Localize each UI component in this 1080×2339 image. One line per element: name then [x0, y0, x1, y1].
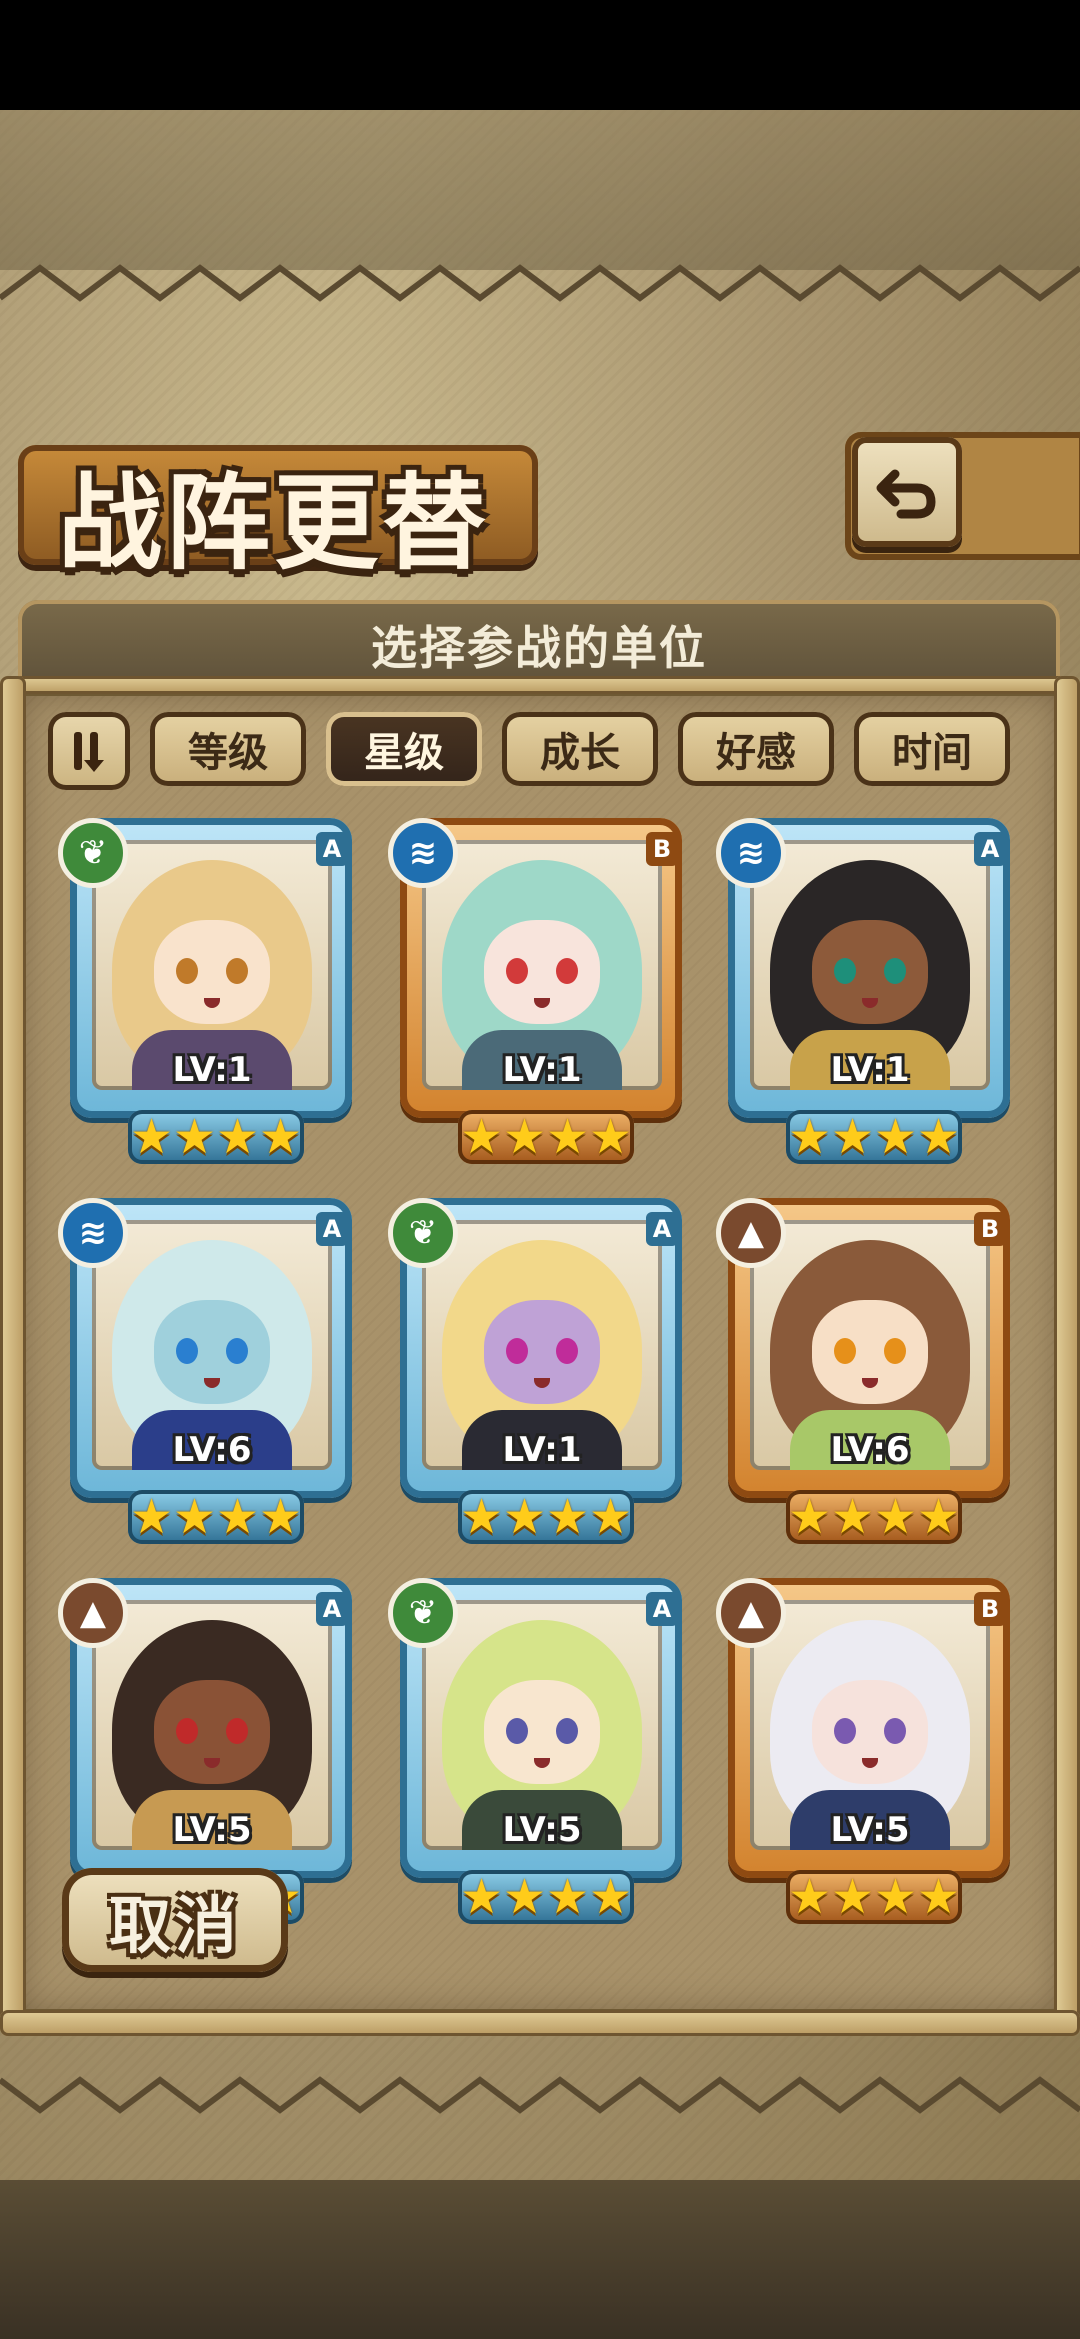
unit-level: LV:6: [172, 1430, 252, 1470]
star-icon: ★: [172, 1109, 216, 1165]
star-icon: ★: [917, 1489, 961, 1545]
star-icon: ★: [129, 1489, 173, 1545]
rank-badge: A: [316, 1212, 348, 1246]
earth-element-icon: ▲: [58, 1578, 128, 1648]
unit-card[interactable]: A ≋ LV:6 ★ ★ ★ ★: [58, 1198, 354, 1548]
star-icon: ★: [546, 1489, 590, 1545]
star-rating: ★★★★: [128, 1490, 304, 1544]
rank-badge: B: [974, 1592, 1006, 1626]
rank-badge: A: [646, 1212, 678, 1246]
unit-level: LV:1: [172, 1050, 252, 1090]
earth-element-icon: ▲: [716, 1578, 786, 1648]
unit-card[interactable]: B ▲ LV:6 ★ ★ ★ ★: [716, 1198, 1012, 1548]
star-rating: ★★★★: [128, 1110, 304, 1164]
rank-badge: A: [974, 832, 1006, 866]
star-icon: ★: [917, 1109, 961, 1165]
unit-card[interactable]: A ❦ LV:1 ★ ★ ★ ★: [58, 818, 354, 1168]
leaf-element-icon: ❦: [58, 818, 128, 888]
unit-level: LV:1: [502, 1050, 582, 1090]
star-icon: ★: [259, 1489, 303, 1545]
star-icon: ★: [874, 1869, 918, 1925]
rank-badge: A: [316, 1592, 348, 1626]
star-rating: ★★★★: [786, 1870, 962, 1924]
cancel-button[interactable]: 取消: [62, 1868, 288, 1972]
star-icon: ★: [129, 1109, 173, 1165]
unit-level: LV:1: [502, 1430, 582, 1470]
sort-tab-3[interactable]: 好感: [678, 712, 834, 786]
return-arrow-icon: [876, 469, 936, 519]
unit-card[interactable]: B ≋ LV:1 ★ ★ ★ ★: [388, 818, 684, 1168]
star-icon: ★: [917, 1869, 961, 1925]
rank-badge: B: [646, 832, 678, 866]
water-element-icon: ≋: [58, 1198, 128, 1268]
star-icon: ★: [216, 1109, 260, 1165]
panel-rail-top: [0, 676, 1080, 694]
sort-tab-1[interactable]: 星级: [326, 712, 482, 786]
star-icon: ★: [787, 1489, 831, 1545]
torn-edge-bottom: [0, 2076, 1080, 2114]
rank-badge: A: [646, 1592, 678, 1626]
unit-level: LV:5: [830, 1810, 910, 1850]
star-icon: ★: [459, 1109, 503, 1165]
star-icon: ★: [589, 1869, 633, 1925]
star-icon: ★: [502, 1489, 546, 1545]
star-icon: ★: [216, 1489, 260, 1545]
unit-level: LV:6: [830, 1430, 910, 1470]
star-icon: ★: [459, 1489, 503, 1545]
star-icon: ★: [259, 1109, 303, 1165]
water-element-icon: ≋: [716, 818, 786, 888]
star-rating: ★★★★: [786, 1110, 962, 1164]
bottom-banner-band: [0, 2180, 1080, 2339]
star-icon: ★: [787, 1869, 831, 1925]
star-icon: ★: [502, 1109, 546, 1165]
unit-card[interactable]: A ❦ LV:1 ★ ★ ★ ★: [388, 1198, 684, 1548]
star-icon: ★: [589, 1109, 633, 1165]
star-icon: ★: [589, 1489, 633, 1545]
torn-edge-top: [0, 264, 1080, 302]
unit-card[interactable]: A ≋ LV:1 ★ ★ ★ ★: [716, 818, 1012, 1168]
star-icon: ★: [874, 1489, 918, 1545]
rank-badge: A: [316, 832, 348, 866]
leaf-element-icon: ❦: [388, 1578, 458, 1648]
rank-badge: B: [974, 1212, 1006, 1246]
unit-level: LV:5: [502, 1810, 582, 1850]
star-rating: ★★★★: [458, 1870, 634, 1924]
unit-level: LV:5: [172, 1810, 252, 1850]
page-title: 战阵更替: [58, 462, 491, 584]
sort-tab-2[interactable]: 成长: [502, 712, 658, 786]
leaf-element-icon: ❦: [388, 1198, 458, 1268]
back-button[interactable]: [852, 437, 962, 547]
star-rating: ★★★★: [458, 1490, 634, 1544]
sort-tab-0[interactable]: 等级: [150, 712, 306, 786]
panel-rail-bottom: [0, 2010, 1080, 2036]
star-icon: ★: [830, 1869, 874, 1925]
star-icon: ★: [830, 1109, 874, 1165]
sort-tab-4[interactable]: 时间: [854, 712, 1010, 786]
unit-card[interactable]: B ▲ LV:5 ★ ★ ★ ★: [716, 1578, 1012, 1928]
sort-order-button[interactable]: [48, 712, 130, 790]
star-icon: ★: [874, 1109, 918, 1165]
star-icon: ★: [787, 1109, 831, 1165]
earth-element-icon: ▲: [716, 1198, 786, 1268]
panel-rail-right: [1054, 676, 1080, 2036]
star-rating: ★★★★: [458, 1110, 634, 1164]
top-banner-band: [0, 110, 1080, 270]
panel-rail-left: [0, 676, 26, 2036]
star-icon: ★: [459, 1869, 503, 1925]
unit-level: LV:1: [830, 1050, 910, 1090]
sort-order-icon: [74, 732, 104, 772]
unit-card[interactable]: A ❦ LV:5 ★ ★ ★ ★: [388, 1578, 684, 1928]
star-rating: ★★★★: [786, 1490, 962, 1544]
star-icon: ★: [830, 1489, 874, 1545]
panel-subtitle: 选择参战的单位: [371, 621, 707, 675]
star-icon: ★: [546, 1869, 590, 1925]
star-icon: ★: [546, 1109, 590, 1165]
star-icon: ★: [172, 1489, 216, 1545]
water-element-icon: ≋: [388, 818, 458, 888]
star-icon: ★: [502, 1869, 546, 1925]
